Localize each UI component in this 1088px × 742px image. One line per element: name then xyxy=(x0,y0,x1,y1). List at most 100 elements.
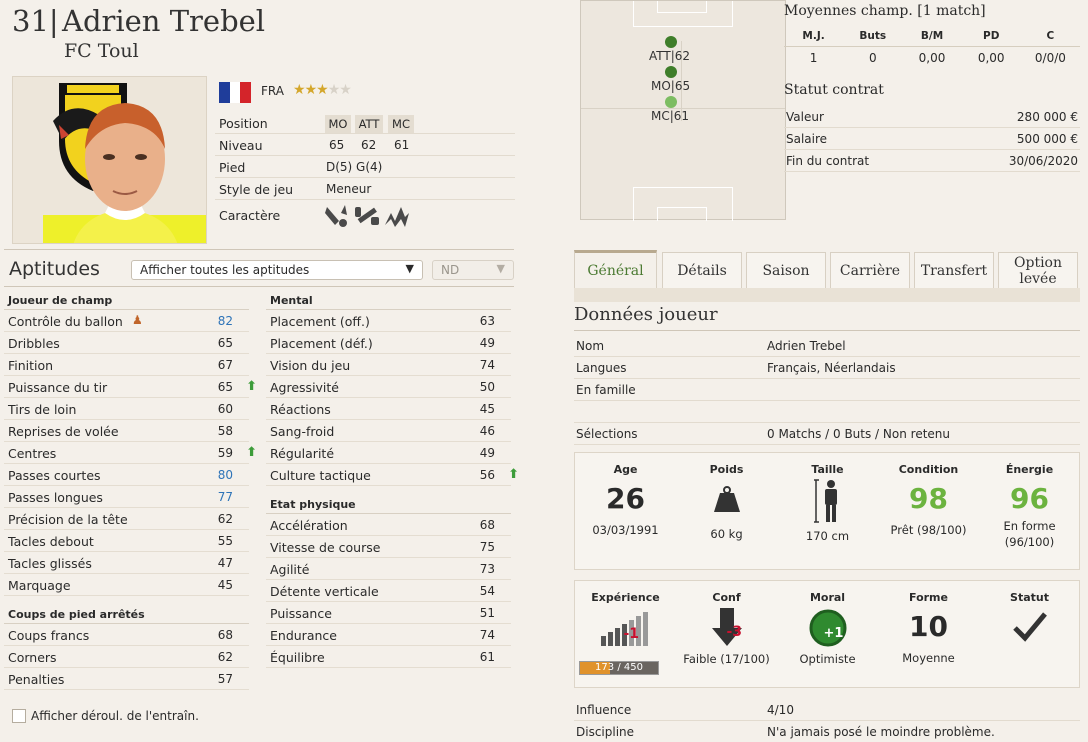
trait-icon xyxy=(355,207,379,225)
attribute-name: Régularité xyxy=(270,446,335,461)
contract-table: Valeur 280 000 € Salaire 500 000 € Fin du … xyxy=(784,106,1080,172)
divider xyxy=(4,249,514,250)
attribute-row[interactable]: Tirs de loin 60 xyxy=(4,398,249,420)
attribute-row[interactable]: Placement (off.) 63 xyxy=(266,310,511,332)
experience-bar: 173 / 450 xyxy=(579,661,659,675)
contract-label: Fin du contrat xyxy=(786,154,870,168)
attribute-value: 74 xyxy=(479,358,495,372)
attribute-row[interactable]: Culture tactique 56 ⬆ xyxy=(266,464,519,486)
attribute-row[interactable]: Passes courtes 80 xyxy=(4,464,249,486)
attribute-row[interactable]: Sang-froid 46 xyxy=(266,420,511,442)
tab-option-levee[interactable]: Option levée xyxy=(998,252,1078,289)
attribute-name: Précision de la tête xyxy=(8,512,128,527)
attribute-row[interactable]: Accélération 68 xyxy=(266,514,511,536)
attribute-row[interactable]: Précision de la tête 62 xyxy=(4,508,249,530)
tab-carriere[interactable]: Carrière xyxy=(830,252,910,289)
stats-header: C xyxy=(1046,30,1055,42)
attribute-value: 62 xyxy=(217,650,233,664)
attribute-row[interactable]: Vitesse de course 75 xyxy=(266,536,511,558)
attribute-row[interactable]: Détente verticale 54 xyxy=(266,580,511,602)
attribute-name: Accélération xyxy=(270,518,348,533)
attribute-row[interactable]: Puissance 51 xyxy=(266,602,511,624)
tab-details[interactable]: Détails xyxy=(662,252,742,289)
attribute-name: Passes longues xyxy=(8,490,103,505)
attribute-row[interactable]: Agressivité 50 xyxy=(266,376,511,398)
moral-icon: +1 xyxy=(806,608,850,648)
attribute-row[interactable]: Passes longues 77 xyxy=(4,486,249,508)
position-chip: ATT xyxy=(355,115,383,133)
attribute-name: Centres xyxy=(8,446,57,461)
energie-value: 96 xyxy=(1010,482,1049,515)
nd-select[interactable]: ND ▼ xyxy=(432,260,514,280)
club-name[interactable]: FC Toul xyxy=(64,40,139,62)
attribute-row[interactable]: Tacles debout 55 xyxy=(4,530,249,552)
attribute-row[interactable]: Penalties 57 xyxy=(4,668,249,690)
coups-section-title: Coups de pied arrêtés xyxy=(4,606,249,624)
stats-header: B/M xyxy=(920,30,944,42)
star-icon: ★ xyxy=(316,82,329,98)
attribute-value: 49 xyxy=(479,446,495,460)
attribute-value: 56 xyxy=(479,468,495,482)
attribute-name: Placement (déf.) xyxy=(270,336,373,351)
pied-value: D(5) G(4) xyxy=(326,160,383,174)
dropdown-arrow-icon: ▼ xyxy=(405,262,414,275)
style-value: Meneur xyxy=(326,182,372,196)
attribute-name: Tirs de loin xyxy=(8,402,77,417)
training-checkbox-label[interactable]: Afficher déroul. de l'entraîn. xyxy=(31,709,199,723)
divider xyxy=(4,286,514,287)
position-dot xyxy=(665,36,677,48)
attribute-row[interactable]: Tacles glissés 47 xyxy=(4,552,249,574)
attribute-name: Marquage xyxy=(8,578,71,593)
star-icon: ★ xyxy=(293,82,306,98)
tab-bar: Général Détails Saison Carrière Transfer… xyxy=(574,250,1080,290)
attribute-row[interactable]: Finition 67 xyxy=(4,354,249,376)
attribute-row[interactable]: Coups francs 68 xyxy=(4,624,249,646)
donnees-title: Données joueur xyxy=(574,304,718,325)
attribute-name: Passes courtes xyxy=(8,468,101,483)
height-icon xyxy=(813,479,837,523)
attribute-value: 68 xyxy=(217,628,233,642)
experience-badge: -1 xyxy=(623,626,640,642)
attribute-name: Tacles glissés xyxy=(8,556,92,571)
arrow-up-icon: ⬆ xyxy=(246,379,257,394)
attribute-name: Sang-froid xyxy=(270,424,335,439)
attribute-row[interactable]: Reprises de volée 58 xyxy=(4,420,249,442)
attribute-name: Corners xyxy=(8,650,57,665)
aptitudes-filter-select[interactable]: Afficher toutes les aptitudes ▼ xyxy=(131,260,423,280)
attribute-value: 62 xyxy=(217,512,233,526)
attribute-row[interactable]: Équilibre 61 xyxy=(266,646,511,668)
player-face-image xyxy=(43,103,206,243)
tab-saison[interactable]: Saison xyxy=(746,252,826,289)
attribute-row[interactable]: Contrôle du ballon ♟ 82 xyxy=(4,310,249,332)
influence-label: Influence xyxy=(576,703,632,717)
attribute-name: Tacles debout xyxy=(8,534,94,549)
attribute-row[interactable]: Dribbles 65 xyxy=(4,332,249,354)
position-pitch: ATT|62 MO|65 MC|61 xyxy=(580,0,786,221)
attribute-row[interactable]: Corners 62 xyxy=(4,646,249,668)
attribute-row[interactable]: Marquage 45 xyxy=(4,574,249,596)
trait-icon xyxy=(325,205,347,227)
attribute-row[interactable]: Régularité 49 xyxy=(266,442,511,464)
attribute-row[interactable]: Vision du jeu 74 xyxy=(266,354,511,376)
bottom-table: Influence 4/10 Discipline N'a jamais posé … xyxy=(574,699,1080,742)
attribute-row[interactable]: Centres 59 ⬆ xyxy=(4,442,257,464)
moral-badge: +1 xyxy=(823,626,844,641)
attribute-row[interactable]: Puissance du tir 65 ⬆ xyxy=(4,376,257,398)
tab-transfert[interactable]: Transfert xyxy=(914,252,994,289)
attribute-row[interactable]: Placement (déf.) 49 xyxy=(266,332,511,354)
attribute-value: 55 xyxy=(217,534,233,548)
donnees-table: Nom Adrien Trebel Langues Français, Néerla… xyxy=(574,335,1080,445)
physique-section-title: Etat physique xyxy=(266,496,511,514)
stats-value: 1 xyxy=(809,51,818,65)
stats-value: 0 xyxy=(868,51,877,65)
attribute-row[interactable]: Agilité 73 xyxy=(266,558,511,580)
training-checkbox[interactable] xyxy=(12,709,26,723)
position-label: Position xyxy=(219,116,268,131)
joueur-column: Joueur de champ Contrôle du ballon ♟ 82 Dri… xyxy=(4,292,257,690)
donnees-label: Nom xyxy=(576,339,605,353)
stats-header: Buts xyxy=(859,30,887,42)
attribute-row[interactable]: Endurance 74 xyxy=(266,624,511,646)
donnees-value: Adrien Trebel xyxy=(767,339,846,353)
tab-general[interactable]: Général xyxy=(574,250,657,290)
attribute-row[interactable]: Réactions 45 xyxy=(266,398,511,420)
